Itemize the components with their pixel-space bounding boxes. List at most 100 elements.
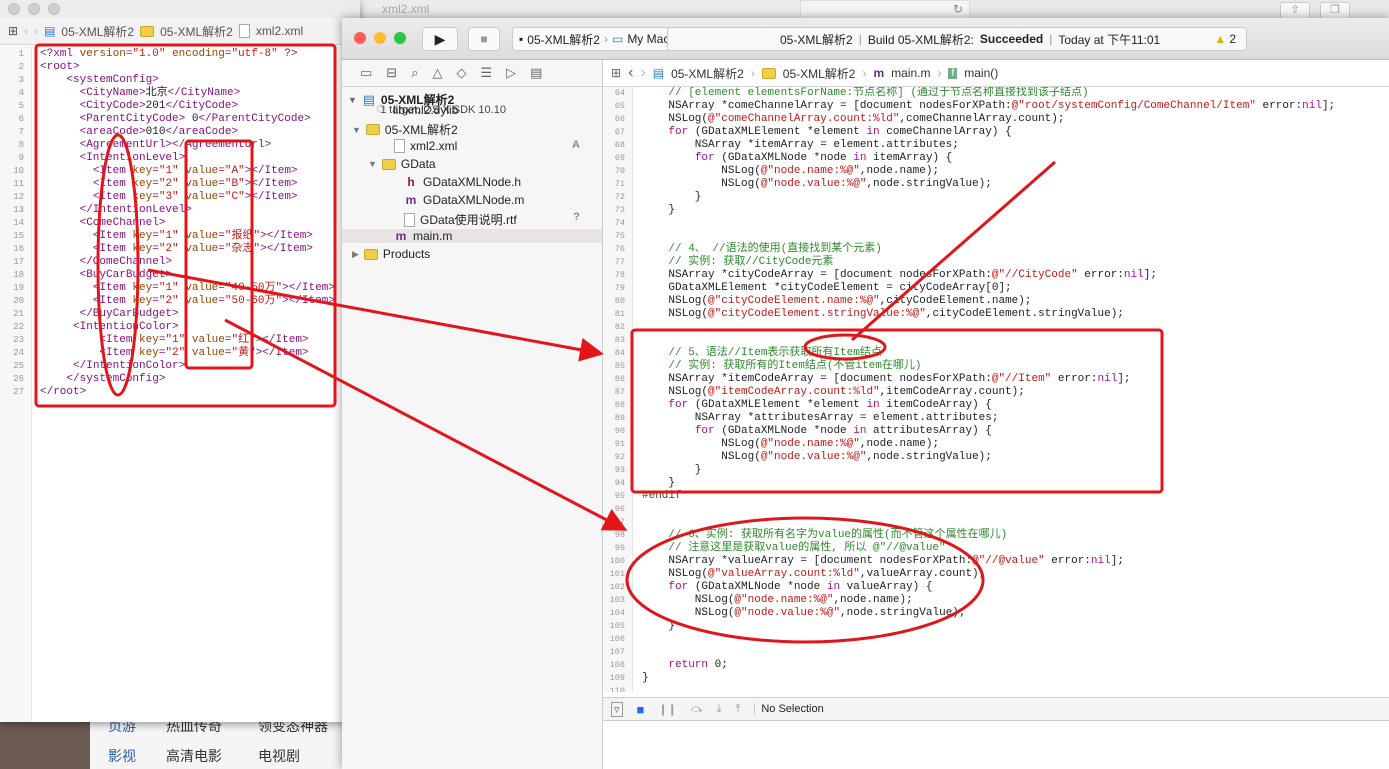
share-icon[interactable]: ⇧ bbox=[1280, 2, 1310, 19]
code-line: 99 // 注意这里是获取value的属性, 所以 @"//@value" bbox=[603, 542, 1389, 555]
code-line: 70 NSLog(@"node.name:%@",node.name); bbox=[603, 165, 1389, 178]
line-number: 109 bbox=[609, 673, 625, 683]
line-text: NSLog(@"node.value:%@",node.stringValue)… bbox=[642, 451, 992, 463]
back-icon[interactable]: ‹ bbox=[24, 24, 28, 38]
report-nav-icon[interactable]: ▤ bbox=[530, 65, 542, 81]
search-icon[interactable]: ⌕ bbox=[411, 65, 418, 81]
disclosure-triangle-icon[interactable]: ▼ bbox=[352, 125, 361, 135]
code-line: 91 NSLog(@"node.name:%@",node.name); bbox=[603, 438, 1389, 451]
step-out-icon[interactable]: ⤒ bbox=[735, 703, 740, 716]
line-number: 74 bbox=[614, 218, 625, 228]
pause-icon[interactable]: ❙❙ bbox=[658, 703, 676, 716]
line-text: // 5、语法//Item表示获取所有Item结点 bbox=[642, 347, 882, 359]
file-icon bbox=[238, 24, 250, 38]
line-number: 95 bbox=[614, 491, 625, 501]
back-icon[interactable]: ‹ bbox=[628, 64, 633, 82]
navigator-item[interactable]: ▼ GData bbox=[368, 157, 436, 171]
disclosure-triangle-icon[interactable]: ▶ bbox=[352, 249, 359, 260]
related-items-icon[interactable]: ⊞ bbox=[8, 24, 18, 38]
test-nav-icon[interactable]: ◇ bbox=[456, 65, 466, 81]
forward-icon[interactable]: › bbox=[640, 64, 645, 82]
line-number: 105 bbox=[609, 621, 625, 631]
warning-nav-icon[interactable]: △ bbox=[432, 65, 442, 81]
line-number: 23 bbox=[13, 335, 24, 345]
line-text: for (GDataXMLNode *node in itemArray) { bbox=[694, 152, 953, 164]
breadcrumb-item[interactable]: main.m bbox=[891, 66, 930, 80]
code-line: 14 <ComeChannel> bbox=[0, 217, 360, 230]
step-over-icon[interactable]: ⤼ bbox=[691, 703, 703, 716]
link[interactable]: 电视剧 bbox=[258, 746, 350, 766]
minimize-button[interactable] bbox=[28, 3, 40, 15]
forward-icon[interactable]: › bbox=[34, 24, 38, 38]
warning-count: 2 bbox=[1229, 32, 1236, 46]
line-text: </BuyCarBudget> bbox=[79, 308, 179, 320]
browser-url-bar[interactable]: ↻ bbox=[800, 0, 970, 20]
breakpoints-toggle-icon[interactable]: ■ bbox=[637, 702, 645, 717]
line-text: } bbox=[642, 477, 676, 489]
code-text-area[interactable]: 64 // [element elementsForName:节点名称] (通过… bbox=[603, 87, 1389, 692]
line-number: 89 bbox=[614, 413, 625, 423]
category-link[interactable]: 影视 bbox=[108, 746, 166, 766]
stop-button[interactable]: ■ bbox=[468, 27, 500, 51]
line-number: 84 bbox=[614, 348, 625, 358]
line-text bbox=[629, 646, 649, 659]
code-line: 101 NSLog(@"valueArray.count:%ld",valueA… bbox=[603, 568, 1389, 581]
line-text: for (GDataXMLNode *node in attributesArr… bbox=[694, 425, 992, 437]
navigator-item[interactable]: ▶ Products bbox=[352, 247, 430, 261]
tabs-icon[interactable]: ❐ bbox=[1320, 2, 1350, 19]
reload-icon[interactable]: ↻ bbox=[953, 2, 963, 16]
code-line: 79 GDataXMLElement *cityCodeElement = ci… bbox=[603, 282, 1389, 295]
breadcrumb-item[interactable]: main() bbox=[964, 66, 998, 80]
code-line: 12 <Item key="3" value="C"></Item> bbox=[0, 191, 360, 204]
line-text: // 实例: 获取所有的Item结点(不管item在哪儿) bbox=[642, 360, 922, 372]
line-text: // 6、实例: 获取所有名字为value的属性(而不管这个属性在哪儿) bbox=[642, 529, 1008, 541]
code-line: 4 <CityName>北京</CityName> bbox=[0, 87, 360, 100]
related-items-icon[interactable]: ⊞ bbox=[611, 66, 621, 80]
code-line: 1 <?xml version="1.0" encoding="utf-8" ?> bbox=[0, 48, 360, 61]
line-text: NSLog(@"valueArray.count:%ld",valueArray… bbox=[642, 568, 986, 580]
scheme-selector[interactable]: ▪ 05-XML解析2 › ▭ My Mac bbox=[512, 27, 677, 51]
breadcrumb-item[interactable]: xml2.xml bbox=[256, 24, 303, 38]
line-text: NSArray *cityCodeArray = [document nodes… bbox=[642, 269, 1157, 281]
warning-indicator[interactable]: ▲ 2 bbox=[1214, 32, 1236, 46]
code-line: 89 NSArray *attributesArray = element.at… bbox=[603, 412, 1389, 425]
close-button[interactable] bbox=[8, 3, 20, 15]
line-text: } bbox=[642, 620, 676, 632]
folder-nav-icon[interactable]: ▭ bbox=[360, 65, 372, 81]
project-icon: ▤ bbox=[44, 24, 56, 38]
code-line: 80 NSLog(@"cityCodeElement.name:%@",city… bbox=[603, 295, 1389, 308]
navigator-item[interactable]: h GDataXMLNode.h bbox=[404, 175, 521, 189]
navigator-item[interactable]: xml2.xml bbox=[394, 139, 457, 153]
code-line: 26 </systemConfig> bbox=[0, 373, 360, 386]
zoom-button[interactable] bbox=[394, 32, 406, 44]
close-button[interactable] bbox=[354, 32, 366, 44]
xcode-toolbar: ▶ ■ ▪ 05-XML解析2 › ▭ My Mac 05-XML解析2 | Build … bbox=[342, 18, 1389, 60]
breadcrumb-item[interactable]: 05-XML解析2 bbox=[61, 23, 134, 40]
debug-nav-icon[interactable]: ☰ bbox=[480, 65, 492, 81]
navigator-item[interactable]: ▼ 05-XML解析2 bbox=[352, 121, 458, 138]
breadcrumb-item[interactable]: 05-XML解析2 bbox=[671, 65, 744, 82]
line-text: GDataXMLElement *cityCodeElement = cityC… bbox=[642, 282, 1012, 294]
play-icon: ▶ bbox=[434, 30, 446, 47]
line-text: NSLog(@"cityCodeElement.name:%@",cityCod… bbox=[642, 295, 1032, 307]
navigator-item[interactable]: m main.m bbox=[342, 229, 602, 243]
minimize-button[interactable] bbox=[374, 32, 386, 44]
breadcrumb-item[interactable]: 05-XML解析2 bbox=[783, 65, 856, 82]
disclosure-triangle-icon[interactable]: ▼ bbox=[368, 159, 377, 169]
navigator-item[interactable]: m GDataXMLNode.m bbox=[404, 193, 525, 207]
navigator-item[interactable]: GData使用说明.rtf bbox=[404, 211, 517, 228]
zoom-button[interactable] bbox=[48, 3, 60, 15]
breakpoint-nav-icon[interactable]: ▷ bbox=[506, 65, 516, 81]
jump-bar: ⊞ ‹ › ▤ 05-XML解析2 › 05-XML解析2 › m main.m › … bbox=[603, 60, 1389, 87]
step-into-icon[interactable]: ⤓ bbox=[717, 703, 722, 716]
hide-debug-area-icon[interactable]: ▿ bbox=[611, 701, 623, 717]
run-button[interactable]: ▶ bbox=[422, 27, 458, 51]
scheme-label: 05-XML解析2 bbox=[527, 32, 600, 47]
xml-text-area[interactable]: 1 <?xml version="1.0" encoding="utf-8" ?>… bbox=[0, 48, 360, 399]
breadcrumb-item[interactable]: 05-XML解析2 bbox=[160, 23, 233, 40]
link[interactable]: 高清电影 bbox=[166, 746, 258, 766]
symbol-nav-icon[interactable]: ⊟ bbox=[386, 65, 397, 81]
background-window: xml2.xml bbox=[340, 0, 810, 20]
navigator-item[interactable]: ⬡ libxml2.dylib bbox=[374, 103, 459, 117]
line-number: 15 bbox=[13, 231, 24, 241]
